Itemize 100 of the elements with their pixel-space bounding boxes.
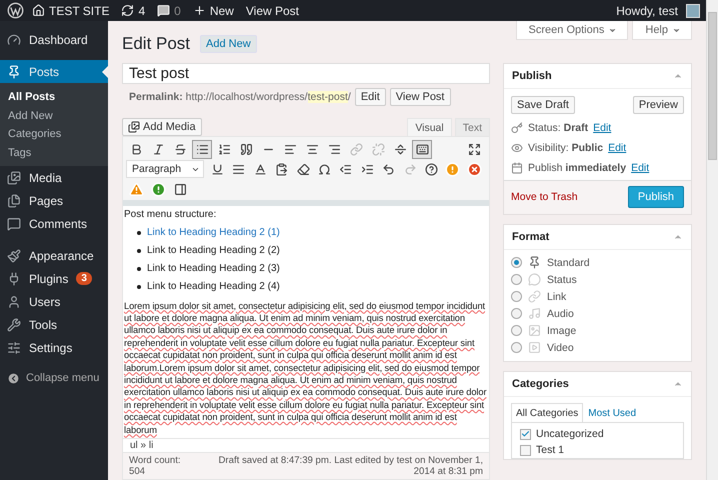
eye-icon	[511, 142, 523, 154]
image-icon	[528, 324, 541, 337]
home-icon[interactable]	[32, 4, 45, 17]
checkbox[interactable]	[520, 444, 531, 456]
sidebar-item[interactable]: Plugins 3	[0, 267, 108, 290]
add-media-button[interactable]: Add Media	[122, 118, 202, 136]
paragraph: Lorem ipsum dolor sit amet, consectetur adipisicing elit, sed do eiusmod tempor incididunt ut labore et dolore magna aliqua. Ut enim ad minim veniam, quis nostrud exercitation ullamco laboris nisi ut aliquip ex ea commodo consequat. Duis aute irure dolor in reprehenderit in voluptate velit esse cillum dolore eu fugiat nulla pariatur. Excepteur sint occaecat cupidatat non proident, sunt in culpa qui officia deserunt mollit anim id est laborum.Lorem ipsum dolor sit amet, consectetur adipisicing elit, sed do eiusmod tempor incididunt ut labore et dolore magna aliqua. Ut enim ad minim veniam, quis nostrud exercitation ullamco laboris nisi ut aliquip ex ea commodo consequat. Duis aute irure dolor in reprehenderit in voluptate velit esse cillum dolore eu fugiat nulla pariatur. Excepteur sint occaecat cupidatat non proident, sunt in culpa qui officia deserunt mollit anim id est laborum	[124, 300, 488, 436]
sidebar-item[interactable]: Posts	[0, 60, 108, 83]
radio-button[interactable]	[511, 342, 522, 353]
edit-link[interactable]: Edit	[608, 142, 626, 154]
updates-count[interactable]: 4	[138, 4, 146, 18]
wrench-icon	[7, 318, 21, 332]
media-icon	[7, 170, 21, 184]
editor-tab[interactable]: Visual	[407, 118, 452, 136]
preview-button[interactable]: Preview	[632, 96, 684, 114]
bullet-icon	[137, 266, 141, 271]
sidebar-item[interactable]: Settings	[0, 336, 108, 359]
category-label: Uncategorized	[536, 428, 604, 440]
scrollbar[interactable]	[706, 0, 718, 480]
radio-button[interactable]	[511, 325, 522, 336]
keyboard-icon[interactable]	[412, 140, 432, 159]
edit-button[interactable]: Edit	[354, 88, 386, 106]
plus-icon[interactable]	[192, 4, 206, 17]
submenu-item[interactable]: Tags	[0, 144, 108, 162]
speech-bubble-icon	[528, 273, 541, 286]
format-label: Link	[547, 290, 566, 302]
permalink: Permalink: http://localhost/wordpress/test-post/	[129, 91, 351, 104]
format-select[interactable]: Paragraph	[126, 160, 204, 178]
panel-title: Publish	[512, 70, 552, 82]
pages-icon	[7, 194, 21, 208]
title-input[interactable]: Test post	[122, 63, 490, 84]
radio-button[interactable]	[511, 257, 522, 268]
element-path: ul » li	[122, 438, 490, 453]
bullet-list-icon[interactable]	[192, 140, 212, 159]
sidebar-item[interactable]: Media	[0, 166, 108, 189]
checkbox[interactable]	[520, 428, 531, 440]
plug-icon	[7, 272, 21, 286]
pushpin-icon	[7, 64, 21, 78]
sidebar-item[interactable]: Comments	[0, 212, 108, 235]
screen-meta-tab[interactable]: Help	[632, 21, 692, 40]
pushpin-icon	[528, 256, 541, 269]
category-label: Test 1	[536, 444, 564, 456]
comments-count[interactable]: 0	[174, 4, 181, 18]
radio-button[interactable]	[511, 274, 522, 285]
site-name-link[interactable]: TEST SITE	[49, 4, 110, 18]
bullet-icon	[137, 248, 141, 253]
sliders-icon	[7, 340, 21, 354]
sidebar-item[interactable]: Pages	[0, 189, 108, 212]
edit-link[interactable]: Edit	[631, 162, 650, 174]
calendar-icon	[511, 162, 523, 174]
bullet-icon	[137, 230, 141, 235]
format-label: Image	[547, 324, 576, 336]
link-icon	[528, 290, 541, 303]
new-link[interactable]: New	[210, 4, 234, 18]
music-note-icon	[528, 307, 541, 320]
sidebar-item[interactable]: Tools	[0, 313, 108, 336]
screen-meta-tab[interactable]: Screen Options	[516, 21, 628, 40]
radio-button[interactable]	[511, 308, 522, 319]
scrollbar-thumb[interactable]	[708, 12, 717, 160]
bullet-icon	[137, 284, 141, 289]
publish-meta: Visibility: Public	[528, 142, 604, 154]
view-post-button[interactable]: View Post	[390, 88, 450, 106]
publish-meta: Publish immediately	[528, 162, 626, 174]
heading-link[interactable]: Link to Heading Heading 2 (1)	[147, 226, 280, 240]
submenu-item[interactable]: Categories	[0, 125, 108, 144]
logo-icon[interactable]	[7, 2, 24, 19]
refresh-icon[interactable]	[121, 4, 134, 17]
user-icon	[7, 294, 21, 308]
page-title: Edit Post	[122, 34, 190, 54]
content-text: Post menu structure:	[124, 208, 218, 220]
publish-meta: Status: Draft	[528, 122, 588, 134]
category-tab[interactable]: All Categories	[511, 403, 584, 422]
panel-title: Format	[512, 231, 550, 243]
view-post-link[interactable]: View Post	[246, 4, 299, 18]
greeting-link[interactable]: Howdy, test	[616, 4, 678, 18]
key-icon	[511, 122, 523, 134]
save-draft-button[interactable]: Save Draft	[511, 96, 575, 114]
add-new-button[interactable]: Add New	[200, 35, 257, 53]
list-item: Link to Heading Heading 2 (3)	[147, 262, 280, 276]
collapse-menu-button[interactable]: Collapse menu	[0, 368, 108, 388]
radio-button[interactable]	[511, 291, 522, 302]
word-count: Word count: 504	[129, 455, 182, 477]
avatar[interactable]	[686, 4, 700, 18]
format-label: Audio	[547, 308, 574, 320]
sidebar-item[interactable]: Dashboard	[0, 28, 108, 51]
submenu-item[interactable]: Add New	[0, 106, 108, 125]
format-label: Status	[547, 274, 577, 286]
close-icon[interactable]	[464, 160, 484, 179]
collapse-icon	[7, 372, 20, 384]
draft-status: Draft saved at 8:47:39 pm. Last edited by test on November 1, 2014 at 8:31 pm	[217, 455, 483, 477]
format-label: Standard	[547, 256, 590, 268]
sidebar-item[interactable]: Users	[0, 290, 108, 313]
sidebar-item[interactable]: Appearance	[0, 244, 108, 267]
editor-tab[interactable]: Text	[454, 118, 490, 136]
comment-icon	[7, 216, 21, 230]
comment-icon[interactable]	[157, 4, 170, 17]
submenu-item[interactable]: All Posts	[0, 88, 108, 106]
move-to-trash-link[interactable]: Move to Trash	[511, 191, 578, 203]
editor-content[interactable]	[122, 206, 490, 438]
edit-link[interactable]: Edit	[593, 122, 612, 134]
